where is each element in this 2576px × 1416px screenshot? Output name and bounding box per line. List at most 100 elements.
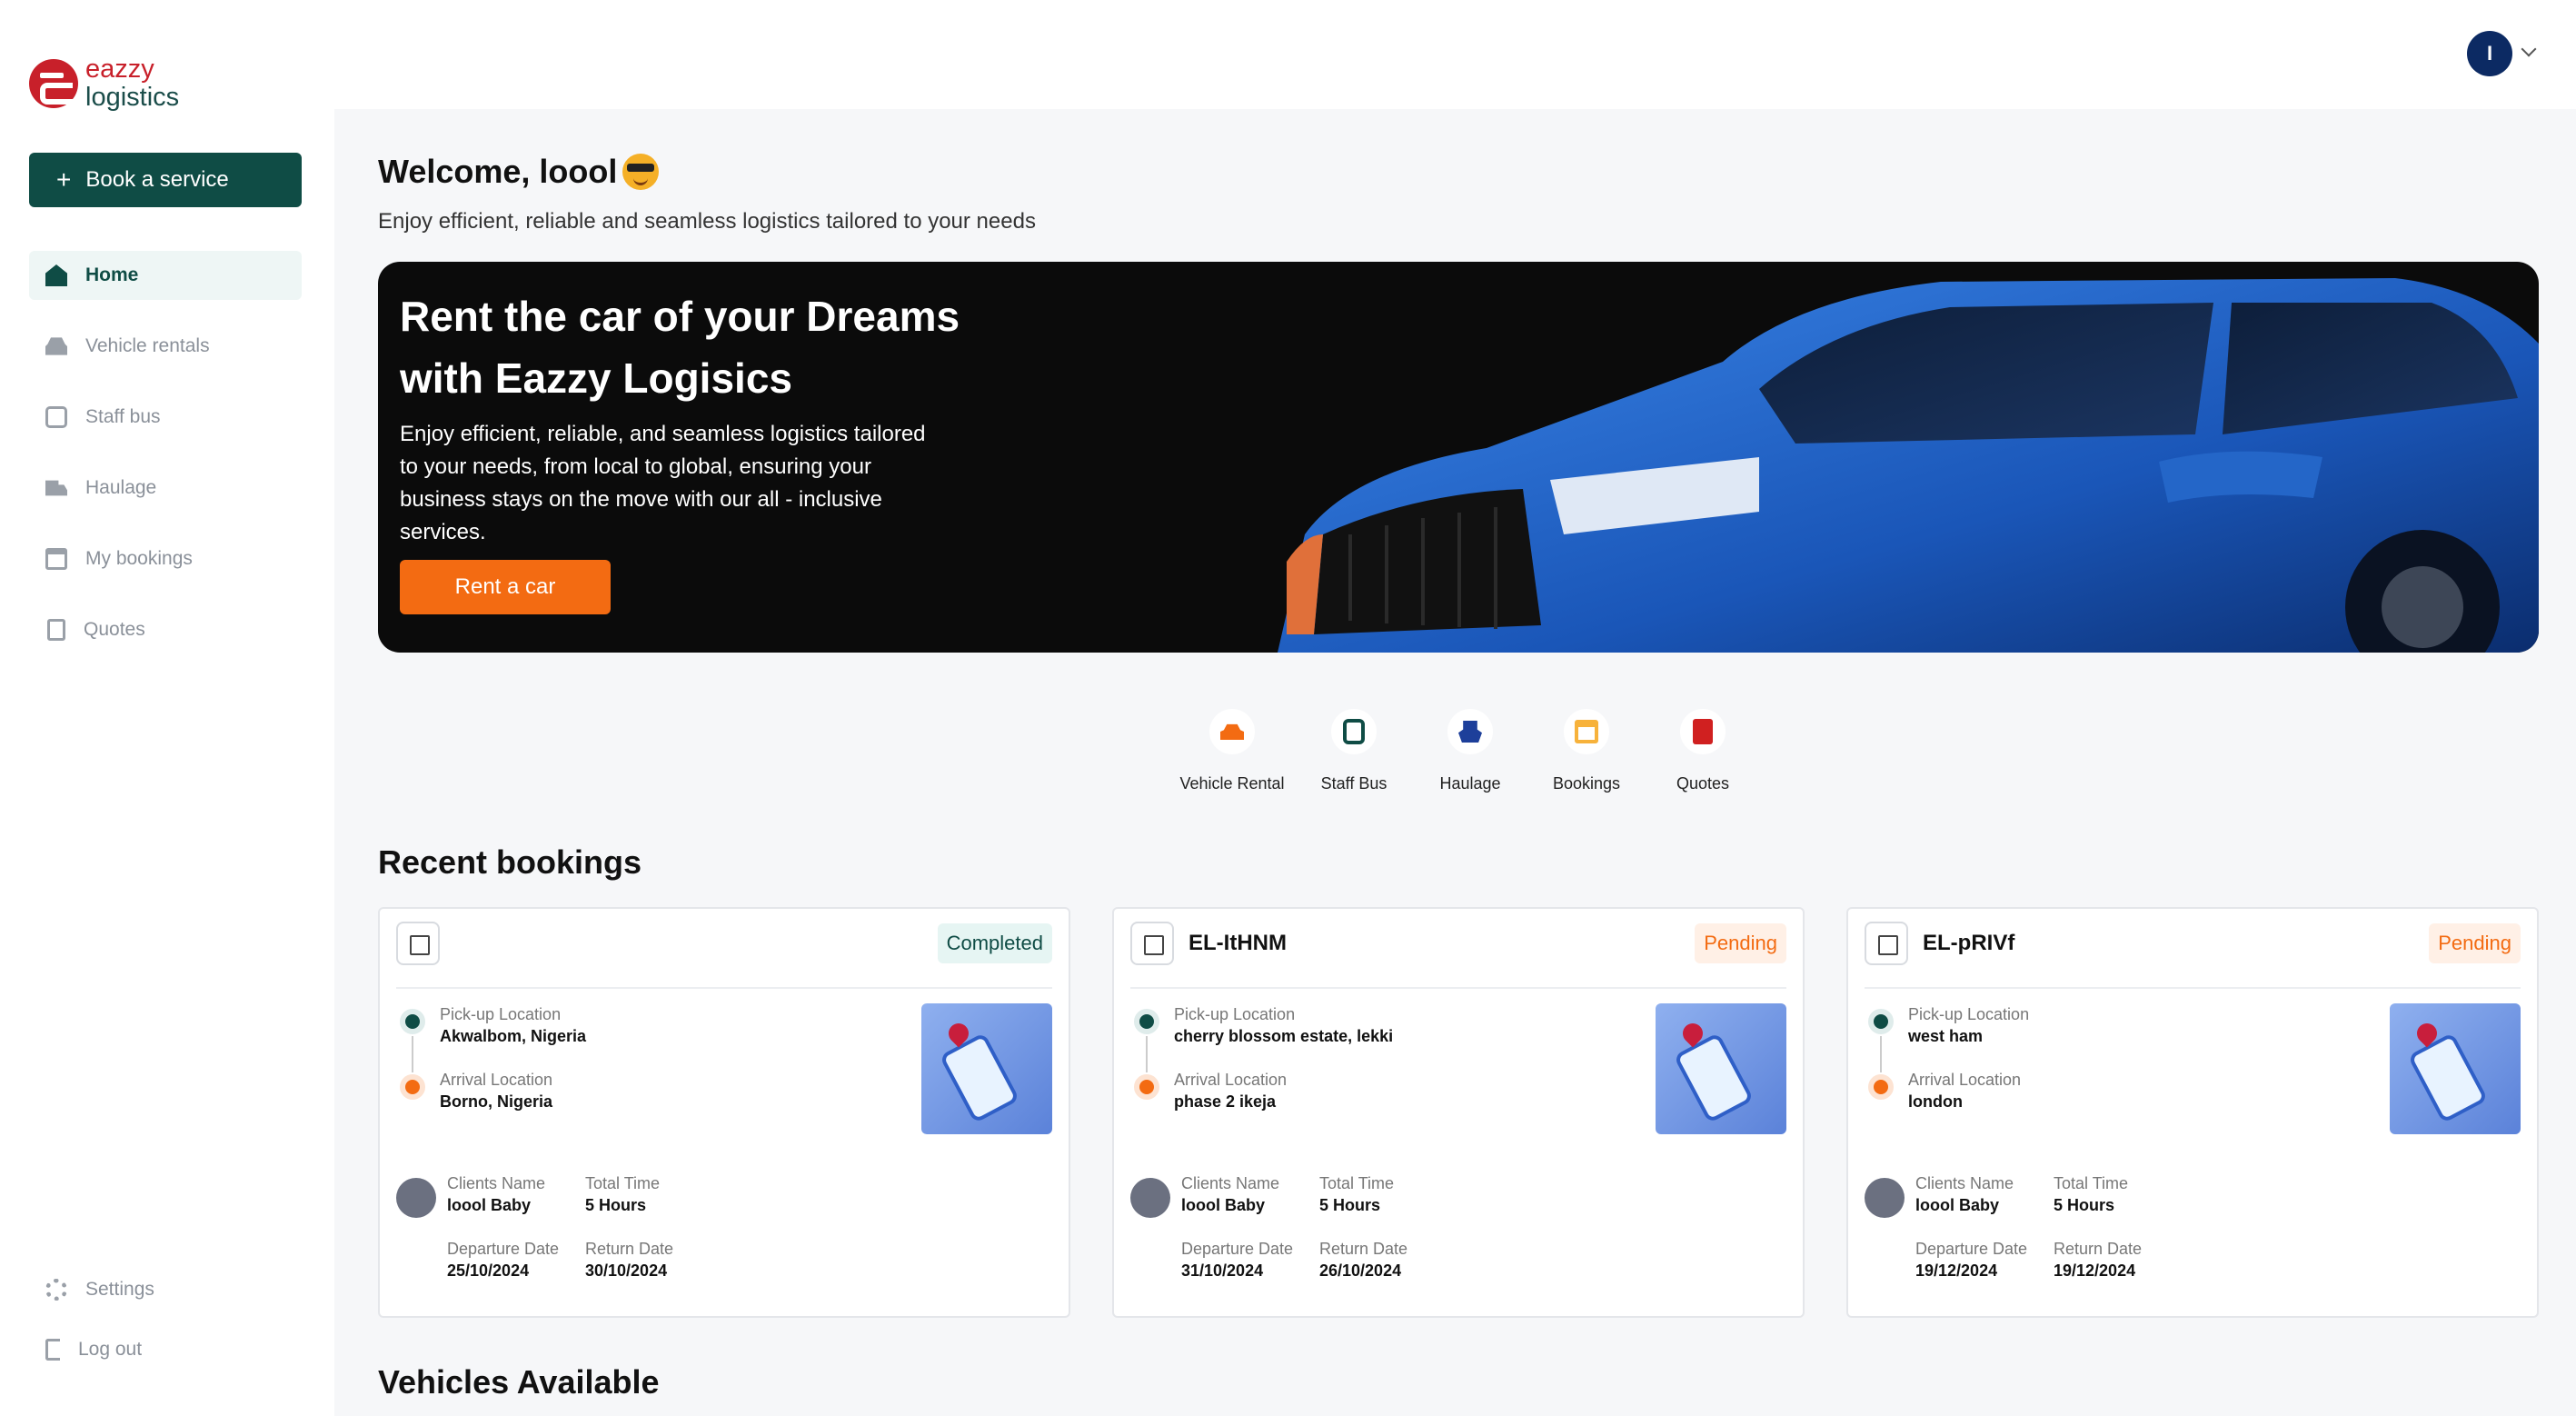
package-icon — [1865, 922, 1908, 965]
divider — [1865, 987, 2521, 989]
sidebar-item-label: Haulage — [85, 477, 157, 498]
car-icon — [1220, 723, 1244, 740]
plus-icon: + — [56, 165, 72, 194]
quick-action-icon-wrap — [1447, 709, 1493, 754]
sidebar-item-label: Log out — [78, 1339, 143, 1360]
quick-action-vehicle-rental[interactable]: Vehicle Rental — [1169, 709, 1296, 793]
pickup-dot-icon — [1134, 1009, 1159, 1034]
welcome-text: Welcome, loool — [378, 153, 618, 190]
client-avatar — [1130, 1178, 1170, 1218]
recent-bookings-list: Completed Pick-up Location Akwalbom, Nig… — [378, 907, 2539, 1318]
quick-action-bookings[interactable]: Bookings — [1528, 709, 1645, 793]
phone-icon — [939, 1032, 1020, 1124]
departure-value: 25/10/2024 — [447, 1261, 530, 1280]
calendar-icon — [45, 548, 67, 570]
departure-value: 19/12/2024 — [1915, 1261, 1998, 1280]
top-bar: I — [334, 0, 2576, 109]
total-time-label: Total Time — [1319, 1174, 1395, 1192]
booking-meta: Clients Name loool Baby Total Time 5 Hou… — [1865, 1174, 2337, 1311]
pickup-label: Pick-up Location — [1908, 1005, 2030, 1023]
return-value: 19/12/2024 — [2054, 1261, 2136, 1280]
package-icon — [396, 922, 440, 965]
sidebar-item-logout[interactable]: Log out — [29, 1325, 302, 1374]
sidebar-item-vehicle-rentals[interactable]: Vehicle rentals — [29, 322, 302, 371]
car-icon — [45, 337, 67, 355]
booking-meta: Clients Name loool Baby Total Time 5 Hou… — [1130, 1174, 1603, 1311]
phone-icon — [1673, 1032, 1755, 1124]
client-value: loool Baby — [447, 1196, 532, 1214]
arrival-dot-icon — [400, 1074, 425, 1100]
chevron-down-icon[interactable] — [2521, 41, 2537, 57]
ship-icon — [1458, 721, 1482, 743]
sidebar-item-label: Staff bus — [85, 406, 161, 427]
map-pin-illustration — [2390, 1003, 2521, 1134]
return-value: 26/10/2024 — [1319, 1261, 1402, 1280]
package-icon — [1130, 922, 1174, 965]
pickup-dot-icon — [1868, 1009, 1894, 1034]
route-line — [1880, 1036, 1882, 1072]
status-badge: Pending — [2429, 923, 2521, 963]
quick-action-haulage[interactable]: Haulage — [1412, 709, 1528, 793]
arrival-value: phase 2 ikeja — [1174, 1092, 1277, 1111]
departure-label: Departure Date — [447, 1240, 560, 1258]
sidebar-item-quotes[interactable]: Quotes — [29, 605, 302, 654]
sidebar-item-label: Vehicle rentals — [85, 335, 210, 356]
hero-banner: Rent the car of your Dreams with Eazzy L… — [378, 262, 2539, 653]
booking-card[interactable]: EL-pRIVf Pending Pick-up Location west h… — [1846, 907, 2539, 1318]
booking-meta: Clients Name loool Baby Total Time 5 Hou… — [396, 1174, 869, 1311]
booking-ref: EL-ItHNM — [1189, 931, 1287, 955]
sunglasses-emoji-icon — [622, 154, 660, 190]
sidebar-item-label: Settings — [85, 1279, 154, 1300]
booking-ref: EL-pRIVf — [1923, 931, 2015, 955]
avatar[interactable]: I — [2467, 31, 2512, 76]
quick-action-label: Quotes — [1676, 774, 1730, 793]
sidebar-item-staff-bus[interactable]: Staff bus — [29, 393, 302, 442]
recent-bookings-title: Recent bookings — [378, 843, 642, 881]
arrival-label: Arrival Location — [1174, 1071, 1288, 1089]
booking-card[interactable]: EL-ItHNM Pending Pick-up Location cherry… — [1112, 907, 1805, 1318]
sidebar-bottom: Settings Log out — [29, 1265, 302, 1385]
book-service-label: Book a service — [85, 167, 229, 192]
pickup-dot-icon — [400, 1009, 425, 1034]
divider — [396, 987, 1052, 989]
book-service-button[interactable]: + Book a service — [29, 153, 302, 207]
route-line — [412, 1036, 413, 1072]
return-label: Return Date — [1319, 1240, 1408, 1258]
booking-card-header: EL-ItHNM Pending — [1130, 922, 1786, 965]
quote-icon — [1693, 719, 1713, 744]
booking-route: Pick-up Location Akwalbom, Nigeria Arriv… — [396, 1003, 869, 1131]
booking-card[interactable]: Completed Pick-up Location Akwalbom, Nig… — [378, 907, 1070, 1318]
quick-action-icon-wrap — [1209, 709, 1255, 754]
sidebar-nav: Home Vehicle rentals Staff bus Haulage M… — [29, 251, 302, 676]
map-pin-illustration — [921, 1003, 1052, 1134]
sidebar-item-settings[interactable]: Settings — [29, 1265, 302, 1314]
quick-action-icon-wrap — [1331, 709, 1377, 754]
logo-text: eazzy logistics — [85, 56, 179, 111]
quick-action-label: Staff Bus — [1320, 774, 1387, 793]
booking-card-header: Completed — [396, 922, 1052, 965]
quick-action-staff-bus[interactable]: Staff Bus — [1296, 709, 1412, 793]
status-badge: Completed — [937, 923, 1052, 963]
arrival-dot-icon — [1868, 1074, 1894, 1100]
brand-logo[interactable]: eazzy logistics — [29, 56, 179, 111]
client-value: loool Baby — [1181, 1196, 1266, 1214]
divider — [1130, 987, 1786, 989]
sidebar-item-home[interactable]: Home — [29, 251, 302, 300]
arrival-value: london — [1908, 1092, 1963, 1111]
client-label: Clients Name — [1181, 1174, 1280, 1192]
quick-action-quotes[interactable]: Quotes — [1645, 709, 1761, 793]
sidebar-item-haulage[interactable]: Haulage — [29, 464, 302, 513]
rent-car-button[interactable]: Rent a car — [400, 560, 611, 614]
welcome-subtitle: Enjoy efficient, reliable and seamless l… — [378, 209, 1036, 234]
total-time-label: Total Time — [2054, 1174, 2129, 1192]
sidebar-item-my-bookings[interactable]: My bookings — [29, 534, 302, 583]
quick-action-label: Haulage — [1439, 774, 1501, 793]
sidebar-item-label: My bookings — [85, 548, 193, 569]
gear-icon — [45, 1279, 67, 1301]
hero-text: Enjoy efficient, reliable, and seamless … — [400, 422, 926, 544]
client-avatar — [1865, 1178, 1905, 1218]
departure-label: Departure Date — [1915, 1240, 2028, 1258]
total-time-value: 5 Hours — [585, 1196, 647, 1214]
hero-title: Rent the car of your Dreams with Eazzy L… — [400, 293, 960, 402]
status-badge: Pending — [1695, 923, 1786, 963]
